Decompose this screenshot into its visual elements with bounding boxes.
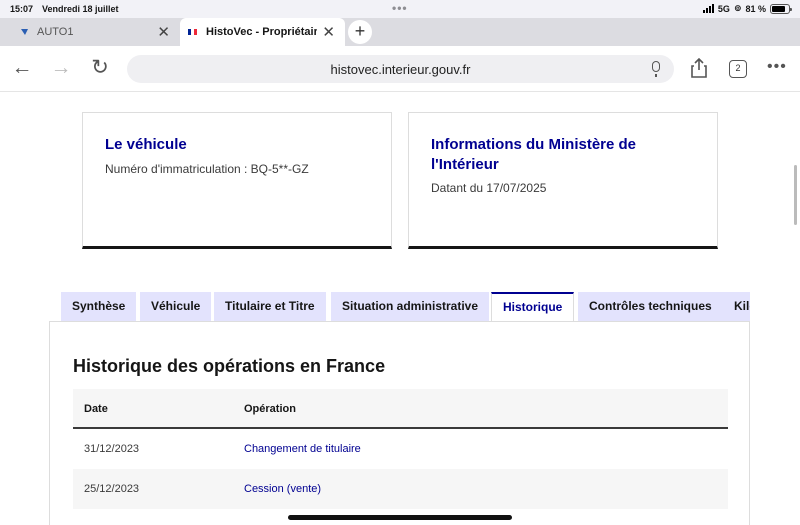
plate-number: Numéro d'immatriculation : BQ-5**-GZ <box>105 162 309 176</box>
history-table: Date Opération 31/12/2023 Changement de … <box>73 389 728 509</box>
browser-toolbar: ← → ↻ histovec.interieur.gouv.fr 2 ••• <box>0 46 800 92</box>
close-tab-icon[interactable]: ✕ <box>157 23 170 41</box>
tab-vehicule[interactable]: Véhicule <box>140 292 212 321</box>
column-header-operation: Opération <box>244 403 296 415</box>
page-scrollbar[interactable] <box>794 165 797 225</box>
status-bar: 15:07 Vendredi 18 juillet ••• 5G ⊚ 81 % <box>0 0 800 18</box>
new-tab-button[interactable]: + <box>348 20 372 44</box>
browser-tab-title: AUTO1 <box>37 26 74 38</box>
url-text: histovec.interieur.gouv.fr <box>330 62 471 77</box>
home-indicator[interactable] <box>288 515 512 520</box>
history-panel: Historique des opérations en France Date… <box>49 321 750 525</box>
battery-icon <box>770 3 792 14</box>
status-date: Vendredi 18 juillet <box>42 4 119 14</box>
report-tabs: Synthèse Véhicule Titulaire et Titre Sit… <box>61 292 750 322</box>
ministry-card[interactable]: Informations du Ministère de l'Intérieur… <box>408 112 718 249</box>
tab-controles-techniques[interactable]: Contrôles techniques <box>578 292 723 321</box>
table-header: Date Opération <box>73 389 728 429</box>
reload-icon[interactable]: ↻ <box>89 57 111 79</box>
tab-kilometrage[interactable]: Kilométrage <box>723 292 750 321</box>
battery-percent: 81 % <box>745 3 766 14</box>
tab-historique[interactable]: Historique <box>491 292 575 322</box>
table-row: 31/12/2023 Changement de titulaire <box>73 429 728 469</box>
microphone-icon[interactable] <box>652 61 660 77</box>
table-row: 25/12/2023 Cession (vente) <box>73 469 728 509</box>
row-date: 25/12/2023 <box>84 483 140 495</box>
ministry-card-title[interactable]: Informations du Ministère de l'Intérieur <box>431 135 681 175</box>
tab-synthese[interactable]: Synthèse <box>61 292 137 321</box>
address-bar[interactable]: histovec.interieur.gouv.fr <box>127 55 674 83</box>
status-time: 15:07 <box>10 4 34 14</box>
vehicle-card-title[interactable]: Le véhicule <box>105 135 187 155</box>
share-icon[interactable] <box>691 58 707 78</box>
browser-tab-title: HistoVec - Propriétaire <box>206 26 317 38</box>
browser-tab-histovec[interactable]: HistoVec - Propriétaire ✕ <box>180 18 345 46</box>
close-tab-icon[interactable]: ✕ <box>322 23 335 41</box>
auto1-favicon-icon <box>21 29 28 35</box>
forward-arrow-icon[interactable]: → <box>50 57 72 79</box>
row-date: 31/12/2023 <box>84 443 140 455</box>
ministry-data-date: Datant du 17/07/2025 <box>431 181 547 195</box>
tab-switcher-button[interactable]: 2 <box>729 60 747 78</box>
history-title: Historique des opérations en France <box>73 356 386 376</box>
tab-titulaire[interactable]: Titulaire et Titre <box>214 292 326 321</box>
column-header-date: Date <box>84 403 108 415</box>
row-operation-link[interactable]: Cession (vente) <box>244 483 321 495</box>
signal-icon <box>702 4 714 13</box>
vehicle-card[interactable]: Le véhicule Numéro d'immatriculation : B… <box>82 112 392 249</box>
multitask-dots-icon[interactable]: ••• <box>392 1 408 15</box>
row-operation-link[interactable]: Changement de titulaire <box>244 443 361 455</box>
network-type: 5G <box>717 3 730 14</box>
browser-tab-bar: AUTO1 ✕ HistoVec - Propriétaire ✕ + <box>0 18 800 46</box>
french-flag-icon <box>188 29 197 35</box>
back-arrow-icon[interactable]: ← <box>11 57 33 79</box>
status-indicators: 5G ⊚ 81 % <box>702 3 792 14</box>
more-options-icon[interactable]: ••• <box>767 58 787 76</box>
orientation-lock-icon: ⊚ <box>733 3 742 13</box>
tab-situation-administrative[interactable]: Situation administrative <box>331 292 490 321</box>
browser-tab-auto1[interactable]: AUTO1 ✕ <box>0 18 180 46</box>
